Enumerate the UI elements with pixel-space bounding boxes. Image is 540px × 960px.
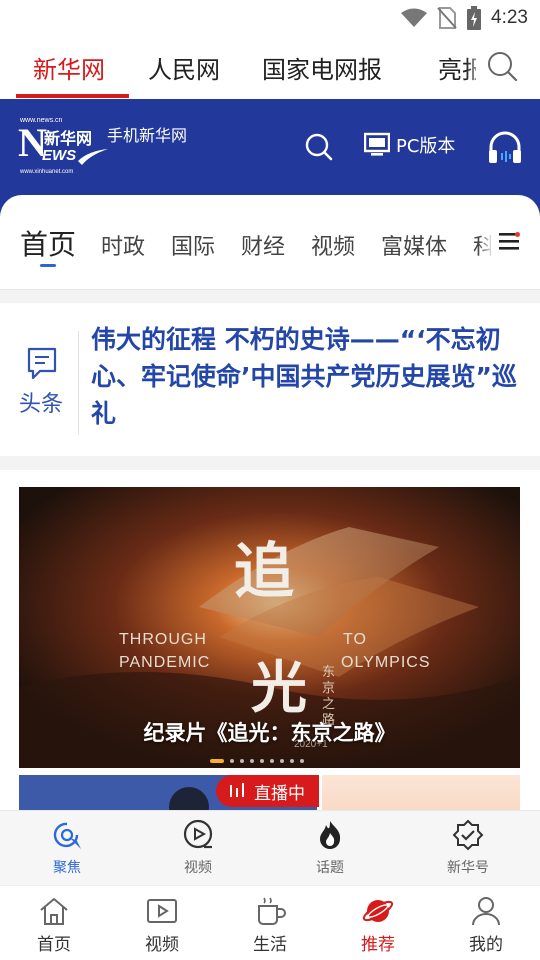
channel-bar: 首页 时政 国际 财经 视频 富媒体 科技 [0,195,540,290]
carousel-dot[interactable] [300,759,304,763]
flame-icon [320,821,341,849]
nav-profile-label: 我的 [469,935,503,955]
nav-profile[interactable]: 我的 [446,896,526,955]
pc-version-button[interactable]: PC版本 [364,132,455,158]
news-card-right[interactable] [322,775,520,815]
channel-active-indicator [40,264,56,267]
headline-chat-icon [27,347,57,380]
wifi-icon [401,8,428,27]
sub-nav-topics[interactable]: 话题 [290,819,370,877]
banner-text-to: TO [343,631,367,648]
headline-tag: 头条 [19,392,64,417]
live-badge: 直播中 [216,775,319,807]
source-tab-grid-news[interactable]: 国家电网报 [262,50,382,85]
banner-english-right: TO OLYMPICS [341,628,431,674]
search-icon[interactable] [486,50,518,82]
channel-menu-notification-dot [515,232,520,237]
sub-nav-video-label: 视频 [184,860,212,876]
banner-carousel[interactable]: THROUGH PANDEMIC TO OLYMPICS 追 光 东京之路 20… [19,487,520,768]
source-tabs: 新华网 人民网 国家电网报 亮报 [0,40,540,100]
carousel-dot[interactable] [290,759,294,763]
nav-video[interactable]: 视频 [122,896,202,955]
banner-text-through: THROUGH [119,631,207,648]
cup-icon [258,897,286,925]
carousel-dot[interactable] [260,759,264,763]
channel-finance[interactable]: 财经 [241,229,285,261]
sub-nav-xinhua-account[interactable]: 新华号 [428,819,508,877]
banner-text-olympics: OLYMPICS [341,654,431,671]
carousel-indicators [210,759,304,763]
status-time: 4:23 [491,7,528,28]
monitor-icon [364,132,390,156]
home-icon [40,897,68,925]
sub-nav-focus[interactable]: 聚焦 [27,819,107,877]
carousel-dot[interactable] [250,759,254,763]
separator [0,456,540,470]
channel-home[interactable]: 首页 [20,223,76,263]
sub-nav-video[interactable]: 视频 [158,819,238,877]
nav-life[interactable]: 生活 [230,896,310,955]
sub-nav-xinhua-account-label: 新华号 [447,860,489,876]
carousel-dot[interactable] [210,759,224,763]
focus-icon [53,822,81,849]
channel-fade [478,221,494,261]
headline-title[interactable]: 伟大的征程 不朽的史诗——“‘不忘初心、牢记使命’中国共产党历史展览”巡礼 [91,321,521,432]
status-bar: 4:23 [0,0,540,36]
carousel-dot[interactable] [270,759,274,763]
channel-video[interactable]: 视频 [311,229,355,261]
nav-home-label: 首页 [37,935,71,955]
user-icon [472,897,500,926]
battery-icon [467,6,482,30]
nav-video-label: 视频 [145,935,179,955]
xinhua-logo[interactable]: www.news.cn N 新华网 EWS www.xinhuanet.com [18,117,108,177]
banner-calligraphy-1: 追 [234,537,294,607]
carousel-dot[interactable] [280,759,284,763]
nav-life-label: 生活 [253,935,287,955]
channel-politics[interactable]: 时政 [101,229,145,261]
channel-international[interactable]: 国际 [171,229,215,261]
source-tabs-fade [466,40,486,98]
banner-calligraphy-2: 光 [251,655,307,721]
sub-nav-focus-label: 聚焦 [53,860,81,876]
banner-english-left: THROUGH PANDEMIC [119,628,210,674]
mobile-site-label: 手机新华网 [107,126,188,145]
sub-nav-topics-label: 话题 [316,860,344,876]
bottom-nav: 首页 视频 生活 推荐 我的 [0,885,540,960]
carousel-dot[interactable] [240,759,244,763]
banner-caption: 纪录片《追光：东京之路》 [143,721,396,745]
channel-rich-media[interactable]: 富媒体 [381,229,447,261]
top-headline[interactable]: 头条 伟大的征程 不朽的史诗——“‘不忘初心、牢记使命’中国共产党历史展览”巡礼 [0,303,540,456]
headphone-icon[interactable] [487,129,523,165]
video-icon [147,899,177,923]
logo-wave-icon [78,149,108,165]
planet-icon [362,900,394,922]
banner-text-pandemic: PANDEMIC [119,654,211,671]
header-search-icon[interactable] [304,132,334,162]
nav-recommend[interactable]: 推荐 [338,896,418,955]
separator [0,290,540,303]
live-label: 直播中 [254,783,305,804]
video-play-icon [183,819,213,849]
source-tab-people[interactable]: 人民网 [148,50,220,85]
nav-home[interactable]: 首页 [14,896,94,955]
badge-check-icon [452,819,484,851]
secondary-nav: 聚焦 视频 话题 新华号 [0,810,540,885]
source-tab-xinhua[interactable]: 新华网 [33,50,105,85]
logo-url-bottom: www.xinhuanet.com [20,169,74,175]
pc-version-label: PC版本 [396,136,456,157]
logo-ews: EWS [42,147,77,164]
headline-divider [78,331,79,435]
live-bars-icon [230,783,244,797]
no-sim-icon [437,7,457,29]
source-tab-underline [16,94,129,98]
nav-recommend-label: 推荐 [361,935,395,955]
logo-cn: 新华网 [44,129,93,148]
carousel-dot[interactable] [230,759,234,763]
